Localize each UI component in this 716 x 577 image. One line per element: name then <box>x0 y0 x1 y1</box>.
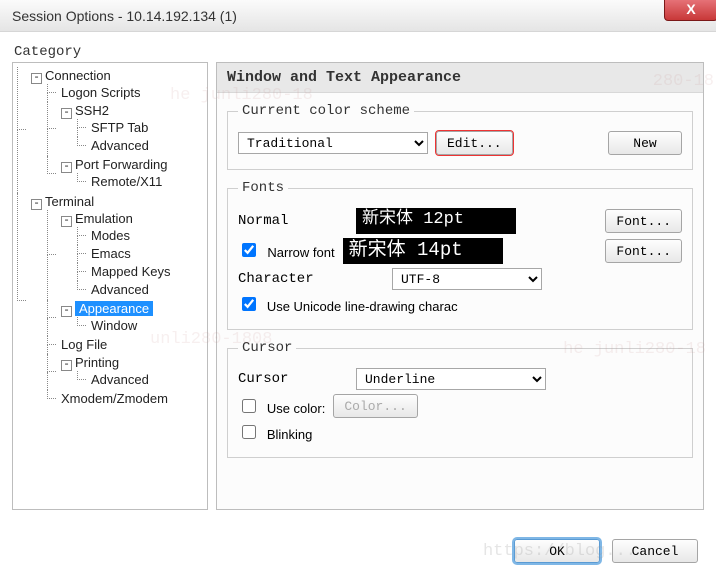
normal-font-label: Normal <box>238 213 348 229</box>
blinking-check-label[interactable]: Blinking <box>238 422 312 443</box>
character-label: Character <box>238 271 348 287</box>
collapse-icon[interactable]: - <box>61 306 72 317</box>
narrow-font-checkbox[interactable] <box>242 243 256 257</box>
tree-emacs[interactable]: Emacs <box>77 245 205 263</box>
unicode-line-check-label[interactable]: Use Unicode line-drawing charac <box>238 294 458 315</box>
ok-button[interactable]: OK <box>514 539 600 563</box>
tree-modes[interactable]: Modes <box>77 227 205 245</box>
collapse-icon[interactable]: - <box>61 216 72 227</box>
tree-emu-adv[interactable]: Advanced <box>77 281 205 299</box>
scheme-select[interactable]: Traditional <box>238 132 428 154</box>
use-color-check-label[interactable]: Use color: <box>238 396 325 417</box>
cursor-style-select[interactable]: Underline <box>356 368 546 390</box>
scheme-legend: Current color scheme <box>238 103 414 119</box>
window-title: Session Options - 10.14.192.134 (1) <box>12 8 237 24</box>
cancel-button[interactable]: Cancel <box>612 539 698 563</box>
blinking-checkbox[interactable] <box>242 425 256 439</box>
normal-font-preview: 新宋体 12pt <box>356 208 516 234</box>
collapse-icon[interactable]: - <box>61 108 72 119</box>
encoding-select[interactable]: UTF-8 <box>392 268 542 290</box>
new-scheme-button[interactable]: New <box>608 131 682 155</box>
collapse-icon[interactable]: - <box>31 73 42 84</box>
collapse-icon[interactable]: - <box>31 199 42 210</box>
color-scheme-group: Current color scheme Traditional Edit...… <box>227 103 693 170</box>
fonts-group: Fonts Normal 新宋体 12pt Font... Narrow fon… <box>227 180 693 330</box>
tree-xmodem[interactable]: Xmodem/Zmodem <box>47 390 205 408</box>
tree-print-adv[interactable]: Advanced <box>77 371 205 389</box>
tree-printing[interactable]: -Printing Advanced <box>47 354 205 390</box>
unicode-line-checkbox[interactable] <box>242 297 256 311</box>
category-label: Category <box>14 44 81 60</box>
collapse-icon[interactable]: - <box>61 162 72 173</box>
narrow-font-check-label[interactable]: Narrow font <box>238 240 335 262</box>
tree-remote-x11[interactable]: Remote/X11 <box>77 173 205 191</box>
settings-panel: Window and Text Appearance Current color… <box>216 62 704 510</box>
normal-font-button[interactable]: Font... <box>605 209 682 233</box>
close-button[interactable]: X <box>664 0 716 21</box>
cursor-color-button[interactable]: Color... <box>333 394 417 418</box>
collapse-icon[interactable]: - <box>61 360 72 371</box>
tree-terminal[interactable]: -Terminal -Emulation Modes Emacs Mapped … <box>17 193 205 409</box>
tree-emulation[interactable]: -Emulation Modes Emacs Mapped Keys Advan… <box>47 210 205 300</box>
cursor-label: Cursor <box>238 371 348 387</box>
narrow-font-preview: 新宋体 14pt <box>343 238 503 264</box>
title-bar: Session Options - 10.14.192.134 (1) <box>0 0 716 32</box>
category-tree[interactable]: -Connection Logon Scripts -SSH2 SFTP Tab… <box>12 62 208 510</box>
tree-logon-scripts[interactable]: Logon Scripts <box>47 84 205 102</box>
narrow-font-button[interactable]: Font... <box>605 239 682 263</box>
tree-ssh2[interactable]: -SSH2 SFTP Tab Advanced <box>47 102 205 156</box>
tree-sftp-tab[interactable]: SFTP Tab <box>77 119 205 137</box>
use-color-checkbox[interactable] <box>242 399 256 413</box>
tree-appearance[interactable]: -Appearance Window <box>47 300 205 336</box>
cursor-group: Cursor Cursor Underline Use color: Color… <box>227 340 693 458</box>
tree-logfile[interactable]: Log File <box>47 336 205 354</box>
fonts-legend: Fonts <box>238 180 288 196</box>
tree-window[interactable]: Window <box>77 317 205 335</box>
tree-port-fwd[interactable]: -Port Forwarding Remote/X11 <box>47 156 205 192</box>
tree-mapped-keys[interactable]: Mapped Keys <box>77 263 205 281</box>
tree-connection[interactable]: -Connection Logon Scripts -SSH2 SFTP Tab… <box>17 67 205 193</box>
edit-scheme-button[interactable]: Edit... <box>436 131 513 155</box>
tree-ssh-adv[interactable]: Advanced <box>77 137 205 155</box>
panel-heading: Window and Text Appearance <box>217 63 703 93</box>
dialog-buttons: OK Cancel <box>514 539 698 563</box>
cursor-legend: Cursor <box>238 340 296 356</box>
